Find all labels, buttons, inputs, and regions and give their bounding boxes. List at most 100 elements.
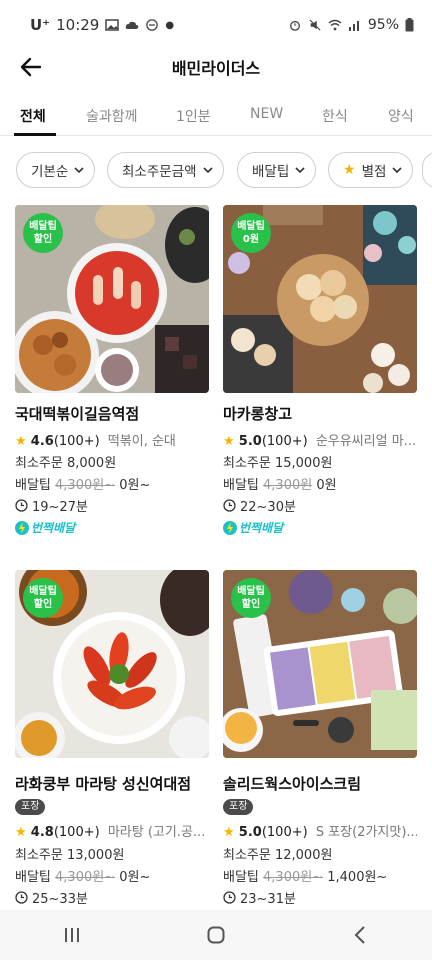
- alarm-icon: [289, 20, 300, 31]
- rating-score: 5.0: [238, 434, 262, 449]
- tip-label: 배달팁: [223, 478, 259, 493]
- clock-icon: [223, 891, 236, 904]
- recent-apps-icon: [65, 928, 79, 942]
- cloud-icon: [126, 21, 139, 29]
- menu-summary: S 포장(2가지맛)...: [315, 825, 417, 840]
- delivery-time: 19~27분: [15, 496, 88, 515]
- filter-rating-button[interactable]: ★ 별점: [328, 152, 414, 188]
- badge-line2: 할인: [241, 599, 261, 610]
- time-text: 19~27분: [32, 500, 88, 515]
- restaurant-photo: 배달팁 할인: [223, 570, 417, 758]
- tab-single-serving[interactable]: 1인분: [176, 106, 211, 126]
- filter-delivery-tip-button[interactable]: 배달팁: [237, 152, 317, 188]
- filter-sort-button[interactable]: 기본순: [16, 152, 96, 188]
- min-order: 최소주문 13,000원: [15, 848, 125, 863]
- dnd-icon: [146, 19, 159, 31]
- review-count: (100+): [261, 434, 308, 449]
- signal-icon: [348, 21, 359, 31]
- system-back-button[interactable]: [330, 915, 390, 955]
- min-order: 최소주문 15,000원: [223, 456, 333, 471]
- restaurant-card[interactable]: 배달팁 할인 국대떡볶이길음역점 ★ 4.6(100+) 떡볶이, 순대 최소주…: [15, 205, 209, 545]
- delivery-time: 22~30분: [223, 496, 296, 515]
- filter-more-button[interactable]: [422, 152, 432, 188]
- mute-icon: [309, 19, 321, 31]
- delivery-tip-badge: 배달팁 할인: [23, 213, 63, 253]
- tip-label: 배달팁: [15, 870, 51, 885]
- rating-score: 4.6: [30, 434, 54, 449]
- clock-icon: [15, 499, 28, 512]
- battery-percent: 95%: [367, 17, 399, 33]
- min-order: 최소주문 12,000원: [223, 848, 333, 863]
- filter-bar: 기본순 최소주문금액 배달팁 ★ 별점: [0, 152, 432, 188]
- min-order: 최소주문 8,000원: [15, 456, 117, 471]
- tab-korean[interactable]: 한식: [322, 106, 348, 126]
- delivery-tip: 배달팁 4,300원 0원: [223, 474, 337, 493]
- time-text: 22~30분: [240, 500, 296, 515]
- tab-all[interactable]: 전체: [20, 106, 46, 126]
- chevron-left-icon: [354, 926, 365, 944]
- restaurant-card[interactable]: 배달팁 할인 솔리드웍스아이스크림 포장 ★ 5.0(100+) S 포장(2가…: [223, 570, 417, 910]
- lightning-delivery-tag: 번쩍배달: [223, 519, 283, 536]
- back-button[interactable]: [16, 52, 46, 82]
- review-count: (100+): [53, 825, 100, 840]
- notification-dot-icon: ●: [165, 19, 175, 31]
- delivery-time: 25~33분: [15, 888, 88, 907]
- rating-line: ★ 4.6(100+) 떡볶이, 순대: [15, 430, 209, 449]
- filter-label: 별점: [361, 164, 387, 180]
- tab-western[interactable]: 양식: [388, 106, 414, 126]
- home-button[interactable]: [186, 915, 246, 955]
- lightning-label: 번쩍배달: [31, 521, 76, 535]
- rating-score: 4.8: [30, 825, 54, 840]
- badge-line1: 배달팁: [237, 221, 265, 232]
- delivery-time: 23~31분: [223, 888, 296, 907]
- home-icon: [207, 926, 225, 944]
- filter-label: 최소주문금액: [122, 164, 197, 180]
- chevron-down-icon: [202, 167, 213, 174]
- app-header: 배민라이더스: [0, 44, 432, 90]
- tab-new[interactable]: NEW: [250, 106, 283, 122]
- lightning-icon: [15, 520, 29, 535]
- review-count: (100+): [261, 825, 308, 840]
- rating-score: 5.0: [238, 825, 262, 840]
- arrow-left-icon: [20, 57, 42, 77]
- delivery-tip: 배달팁 4,300원~ 0원~: [15, 866, 150, 885]
- badge-line1: 배달팁: [29, 221, 57, 232]
- star-icon: ★: [343, 162, 356, 178]
- system-nav-bar: [0, 910, 432, 960]
- filter-label: 배달팁: [252, 164, 290, 180]
- lightning-label: 번쩍배달: [239, 521, 284, 535]
- filter-min-order-button[interactable]: 최소주문금액: [107, 152, 224, 188]
- delivery-tip-badge: 배달팁 0원: [231, 213, 271, 253]
- restaurant-card[interactable]: 배달팁 0원 마카롱창고 ★ 5.0(100+) 순우유씨리얼 마... 최소주…: [223, 205, 417, 545]
- time-text: 23~31분: [240, 892, 296, 907]
- tip-old-price: 4,300원~: [263, 870, 324, 885]
- rating-line: ★ 5.0(100+) S 포장(2가지맛)...: [223, 821, 417, 840]
- battery-icon: [405, 18, 414, 32]
- restaurant-name: 솔리드웍스아이스크림: [223, 775, 362, 793]
- badge-line1: 배달팁: [29, 586, 57, 597]
- rating-line: ★ 4.8(100+) 마라탕 (고기.공...: [15, 821, 209, 840]
- delivery-tip-badge: 배달팁 할인: [231, 578, 271, 618]
- restaurant-photo: 배달팁 0원: [223, 205, 417, 393]
- clock-icon: [223, 499, 236, 512]
- clock-icon: [15, 891, 28, 904]
- delivery-tip: 배달팁 4,300원~ 1,400원~: [223, 866, 387, 885]
- wifi-icon: [328, 19, 342, 31]
- restaurant-photo: 배달팁 할인: [15, 205, 209, 393]
- restaurant-name: 라화쿵부 마라탕 성신여대점: [15, 775, 192, 793]
- recent-apps-button[interactable]: [42, 915, 102, 955]
- star-icon: ★: [15, 825, 27, 840]
- tab-with-drinks[interactable]: 술과함께: [86, 106, 138, 126]
- star-icon: ★: [223, 825, 235, 840]
- status-bar: U⁺ 10:29 ● 95%: [0, 0, 432, 50]
- tip-label: 배달팁: [15, 478, 51, 493]
- restaurant-name: 국대떡볶이길음역점: [15, 405, 140, 423]
- image-notification-icon: [105, 19, 120, 31]
- menu-summary: 순우유씨리얼 마...: [315, 434, 417, 449]
- tip-new-price: 0원~: [119, 478, 151, 493]
- clock: 10:29: [56, 16, 100, 34]
- tip-new-price: 0원: [316, 478, 337, 493]
- restaurant-card[interactable]: 배달팁 할인 라화쿵부 마라탕 성신여대점 포장 ★ 4.8(100+) 마라탕…: [15, 570, 209, 910]
- chevron-down-icon: [392, 167, 402, 174]
- badge-line1: 배달팁: [237, 586, 265, 597]
